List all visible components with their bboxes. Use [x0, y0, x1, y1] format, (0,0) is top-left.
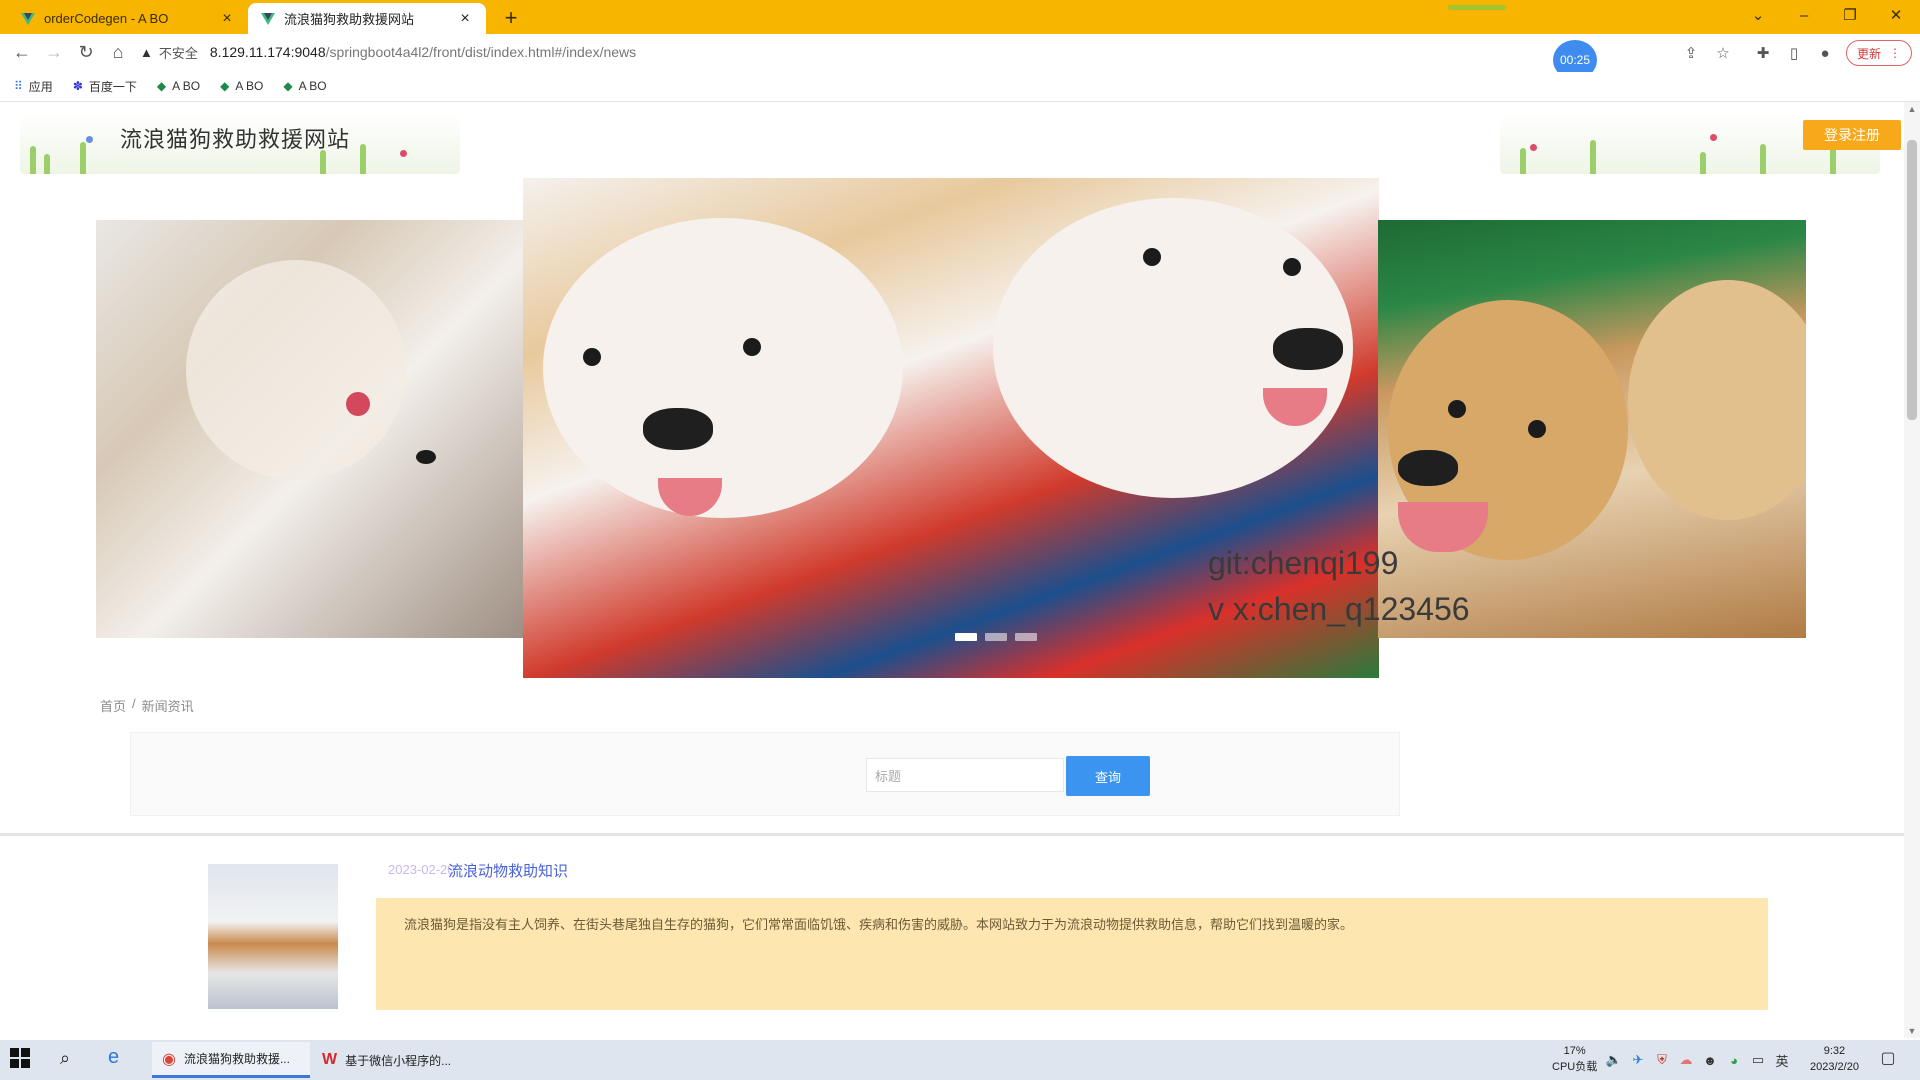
window-close-icon[interactable]: ✕	[1874, 0, 1918, 30]
tab-title: orderCodegen - A BO	[44, 11, 169, 26]
taskbar-app-chrome[interactable]: ◉ 流浪猫狗救助救援...	[152, 1042, 310, 1078]
shield-icon[interactable]: ⛨	[1654, 1052, 1670, 1068]
update-button[interactable]: 更新 ⋮	[1846, 40, 1912, 66]
browser-tab-strip: orderCodegen - A BO × 流浪猫狗救助救援网站 × + ⌄ –…	[0, 0, 1920, 34]
carousel-slide-kittens[interactable]	[96, 220, 524, 638]
scroll-up-icon[interactable]: ▲	[1906, 104, 1918, 116]
breadcrumb-current: 新闻资讯	[141, 699, 194, 714]
taskbar-app-label: 流浪猫狗救助救援...	[183, 1052, 290, 1066]
forward-arrow-icon[interactable]: →	[42, 40, 66, 64]
profile-icon[interactable]: ●	[1814, 42, 1836, 64]
network-icon[interactable]: ▭	[1750, 1052, 1766, 1068]
title-search-input[interactable]: 标题	[866, 758, 1064, 792]
minimize-icon[interactable]: –	[1782, 0, 1826, 30]
clock-time: 9:32	[1823, 1045, 1846, 1057]
cpu-load-indicator[interactable]: 17% CPU负载	[1552, 1043, 1597, 1075]
leaf-icon: ◆	[283, 79, 293, 93]
bookmark-abo[interactable]: ◆ A BO	[157, 79, 200, 93]
warning-triangle-icon: ▲	[140, 44, 153, 60]
watermark-line: v x:chen_q123456	[1208, 591, 1470, 627]
qq-penguin-icon[interactable]: ☻	[1702, 1052, 1718, 1068]
taskbar-app-label: 基于微信小程序的...	[345, 1053, 452, 1068]
new-tab-button[interactable]: +	[498, 6, 524, 32]
bookmark-label: A BO	[235, 79, 264, 93]
volume-icon[interactable]: 🔈	[1606, 1052, 1622, 1068]
watermark-line: git:chenqi199	[1208, 545, 1399, 581]
tab-close-icon[interactable]: ×	[218, 10, 236, 28]
apps-grid-icon: ⠿	[14, 79, 23, 93]
scrollbar-thumb[interactable]	[1907, 140, 1917, 420]
bookmark-label: A BO	[172, 79, 201, 93]
url-path: /springboot4a4l2/front/dist/index.html#/…	[325, 44, 637, 60]
bookmark-apps[interactable]: ⠿ 应用	[14, 78, 53, 95]
bookmarks-bar: ⠿ 应用 ✽ 百度一下 ◆ A BO ◆ A BO ◆ A BO	[0, 72, 1920, 100]
wps-icon: W	[322, 1051, 338, 1068]
taskbar-clock[interactable]: 9:32 2023/2/20	[1810, 1043, 1859, 1075]
carousel-dot[interactable]	[955, 633, 977, 641]
windows-start-icon[interactable]	[10, 1048, 36, 1074]
carousel-dot[interactable]	[985, 633, 1007, 641]
carousel-watermark: git:chenqi199 v x:chen_q123456	[1208, 540, 1470, 632]
leaf-icon: ◆	[220, 79, 230, 93]
cpu-percent: 17%	[1563, 1045, 1586, 1057]
bookmark-label: A BO	[298, 79, 327, 93]
search-panel	[130, 732, 1400, 816]
cloud-icon[interactable]: ☁	[1678, 1052, 1694, 1068]
share-icon[interactable]: ⇪	[1680, 42, 1702, 64]
bookmark-abo[interactable]: ◆ A BO	[220, 79, 263, 93]
side-panel-icon[interactable]: ▯	[1783, 42, 1805, 64]
ime-indicator[interactable]: 英	[1774, 1052, 1790, 1069]
bookmark-abo[interactable]: ◆ A BO	[283, 79, 326, 93]
carousel-indicators	[955, 633, 1037, 641]
tab-ordercodegen[interactable]: orderCodegen - A BO ×	[8, 3, 248, 34]
news-summary[interactable]: 流浪猫狗是指没有主人饲养、在街头巷尾独自生存的猫狗，它们常常面临饥饿、疾病和伤害…	[376, 898, 1768, 1010]
notification-center-icon[interactable]: ▢	[1880, 1050, 1896, 1067]
clock-date: 2023/2/20	[1810, 1061, 1859, 1073]
page-viewport: 流浪猫狗救助救援网站 登录注册 git:chenqi199 v x:chen_q…	[0, 102, 1904, 1038]
url-host: 8.129.11.174:9048	[209, 44, 326, 60]
baidu-paw-icon: ✽	[72, 79, 83, 93]
breadcrumb-home[interactable]: 首页	[100, 696, 126, 715]
leaf-icon: ◆	[156, 79, 167, 93]
tab-title: 流浪猫狗救助救援网站	[284, 12, 415, 27]
tab-close-icon[interactable]: ×	[456, 10, 474, 28]
wechat-icon[interactable]: ◕	[1726, 1052, 1742, 1068]
feather-icon[interactable]: ✈	[1630, 1052, 1646, 1068]
internet-explorer-icon[interactable]: e	[108, 1046, 119, 1069]
tab-rescue-site[interactable]: 流浪猫狗救助救援网站 ×	[248, 3, 486, 34]
home-icon[interactable]: ⌂	[106, 40, 130, 64]
news-date: 2023-02-20	[388, 862, 455, 877]
news-thumbnail[interactable]	[208, 864, 338, 1009]
chrome-icon: ◉	[162, 1050, 176, 1068]
insecure-label: 不安全	[158, 45, 198, 61]
vue-logo-icon	[20, 11, 36, 27]
banner-carousel[interactable]: git:chenqi199 v x:chen_q123456	[0, 102, 1904, 702]
extensions-puzzle-icon[interactable]: ✚	[1752, 42, 1774, 64]
news-title[interactable]: 流浪动物救助知识	[448, 860, 568, 881]
section-divider	[0, 833, 1904, 836]
bookmark-label: 百度一下	[88, 79, 137, 94]
cpu-label: CPU负载	[1552, 1061, 1598, 1073]
breadcrumb-separator: /	[132, 696, 136, 711]
back-arrow-icon[interactable]: ←	[10, 40, 34, 64]
browser-toolbar: ← → ↻ ⌂ ▲ 不安全 8.129.11.174:9048 /springb…	[0, 34, 1920, 70]
bookmark-label: 应用	[28, 79, 53, 94]
search-button[interactable]: 查询	[1066, 756, 1150, 796]
bookmark-star-icon[interactable]: ☆	[1712, 42, 1734, 64]
tab-search-chevron-icon[interactable]: ⌄	[1736, 0, 1780, 30]
vue-logo-icon	[260, 11, 276, 27]
bookmark-baidu[interactable]: ✽ 百度一下	[73, 78, 137, 95]
reload-icon[interactable]: ↻	[74, 40, 98, 64]
kebab-menu-icon[interactable]: ⋮	[1889, 46, 1901, 60]
update-label: 更新	[1856, 46, 1881, 61]
breadcrumb: 首页 / 新闻资讯	[100, 696, 194, 715]
address-bar[interactable]: ▲ 不安全 8.129.11.174:9048 /springboot4a4l2…	[140, 38, 1670, 66]
scroll-down-icon[interactable]: ▼	[1906, 1026, 1918, 1038]
loading-indicator	[1448, 5, 1506, 10]
taskbar-app-wps[interactable]: W 基于微信小程序的...	[312, 1042, 470, 1078]
taskbar-search-icon[interactable]: ⌕	[60, 1048, 70, 1069]
carousel-dot[interactable]	[1015, 633, 1037, 641]
restore-icon[interactable]: ❐	[1828, 0, 1872, 30]
